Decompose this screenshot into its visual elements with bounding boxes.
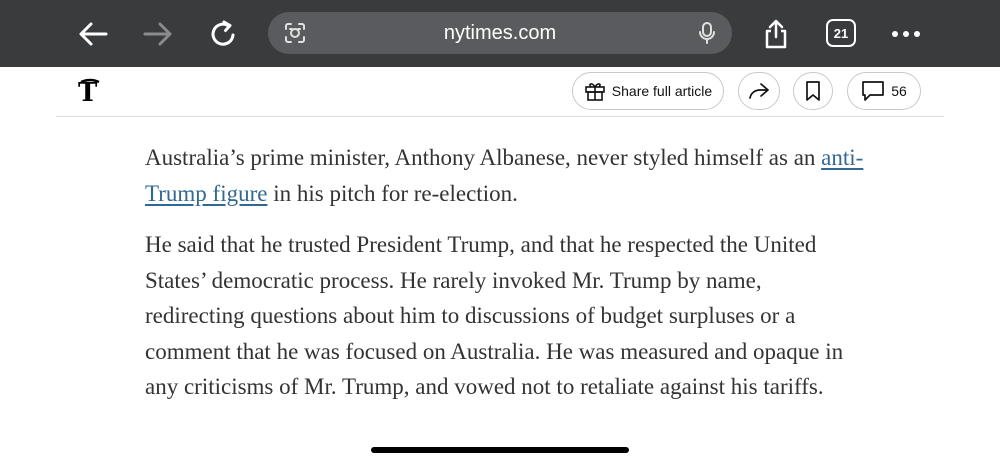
article-body: Australia’s prime minister, Anthony Alba… — [145, 140, 865, 421]
forward-button[interactable] — [138, 14, 178, 54]
svg-text:T: T — [78, 78, 98, 106]
reload-button[interactable] — [204, 14, 244, 54]
nyt-logo-icon: T — [78, 78, 100, 108]
browser-toolbar: nytimes.com 21 — [0, 0, 1000, 67]
back-arrow-icon — [79, 22, 108, 46]
share-arrow-icon — [749, 83, 769, 99]
reload-icon — [211, 20, 235, 46]
share-button[interactable] — [738, 72, 780, 110]
forward-arrow-icon — [143, 22, 172, 46]
paragraph-text: in his pitch for re-election. — [267, 180, 518, 206]
comments-button[interactable]: 56 — [847, 72, 921, 110]
comment-count: 56 — [891, 83, 907, 99]
save-button[interactable] — [793, 72, 833, 110]
url-text: nytimes.com — [443, 21, 557, 44]
share-button[interactable] — [756, 14, 796, 54]
article-toolbar: T Share full article 56 — [56, 67, 944, 117]
comment-icon — [862, 81, 885, 101]
gift-icon — [584, 83, 605, 101]
article-paragraph: Australia’s prime minister, Anthony Alba… — [145, 140, 865, 211]
back-button[interactable] — [73, 14, 113, 54]
share-icon — [765, 19, 787, 49]
address-bar[interactable]: nytimes.com — [268, 12, 732, 54]
share-full-article-button[interactable]: Share full article — [572, 72, 724, 110]
nyt-logo[interactable]: T — [78, 78, 102, 108]
microphone-icon[interactable] — [696, 21, 718, 45]
more-button[interactable] — [886, 14, 926, 54]
article-paragraph: He said that he trusted President Trump,… — [145, 232, 844, 399]
more-icon — [892, 31, 920, 37]
share-full-article-label: Share full article — [611, 83, 713, 99]
home-indicator[interactable] — [371, 447, 629, 453]
tab-count-button[interactable]: 21 — [826, 19, 856, 47]
bookmark-icon — [806, 81, 820, 101]
paragraph-text: Australia’s prime minister, Anthony Alba… — [145, 145, 822, 170]
